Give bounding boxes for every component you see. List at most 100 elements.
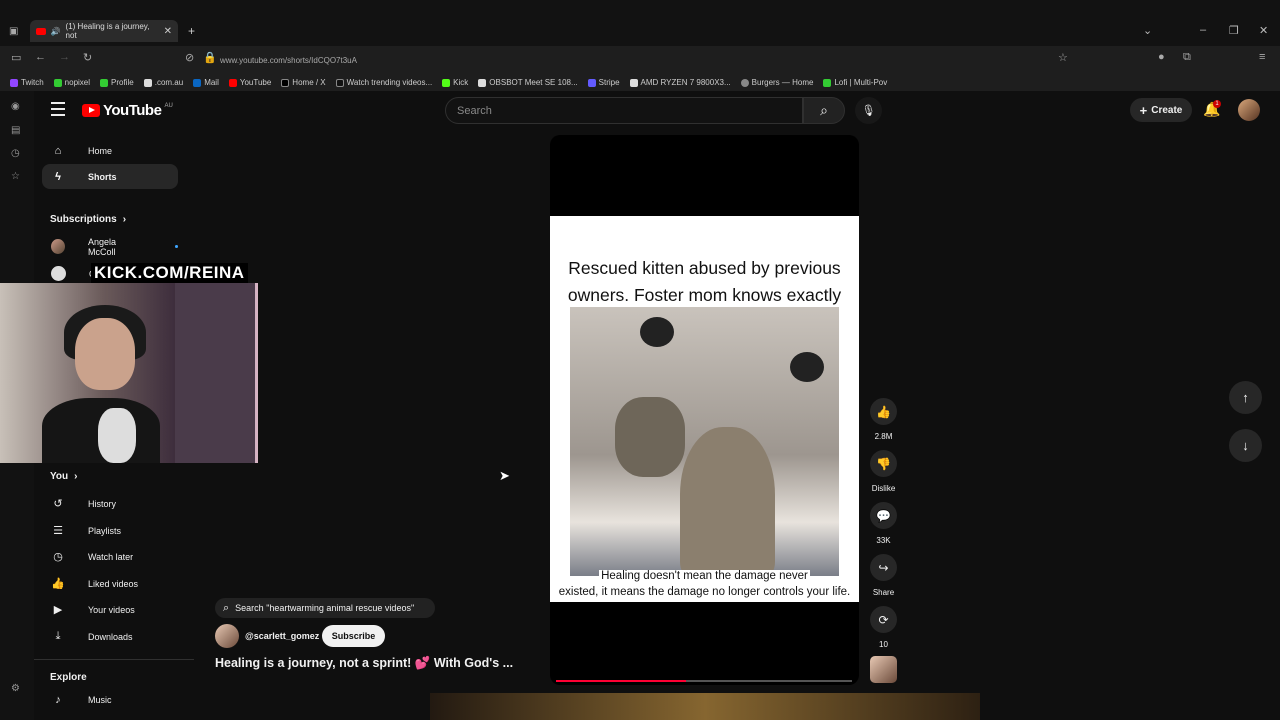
explore-header: Explore: [50, 672, 87, 683]
search-icon: ⌕: [223, 601, 230, 614]
site-info-icon[interactable]: ⊘: [185, 51, 194, 64]
share-button[interactable]: ↪: [870, 554, 897, 581]
close-tab-icon[interactable]: ✕: [164, 26, 172, 37]
sidebar-item-liked-videos[interactable]: 👍 Liked videos: [42, 571, 178, 596]
extensions-icon[interactable]: ⧉: [1183, 51, 1191, 64]
back-icon[interactable]: ←: [35, 51, 46, 63]
share-label: Share: [872, 588, 895, 597]
sidebar-item-music[interactable]: ♪ Music: [42, 690, 178, 710]
sound-thumbnail[interactable]: [870, 656, 897, 683]
restore-icon[interactable]: ❐: [1229, 24, 1239, 37]
bookmark-kick[interactable]: Kick: [442, 78, 468, 87]
search-icon: ⌕: [820, 102, 828, 118]
channel-name[interactable]: @scarlett_gomez: [245, 631, 319, 641]
rail-app-icon[interactable]: ◉: [11, 101, 20, 112]
reload-icon[interactable]: ↻: [83, 51, 92, 64]
remix-button[interactable]: ⟳: [870, 606, 897, 633]
subscriptions-header[interactable]: Subscriptions ›: [50, 214, 126, 225]
bookmark-obsbot[interactable]: OBSBOT Meet SE 108...: [478, 78, 578, 87]
share-icon: ↪: [878, 560, 889, 575]
channel-avatar: [51, 266, 66, 281]
forward-icon[interactable]: →: [59, 51, 70, 63]
minimize-icon[interactable]: –: [1200, 24, 1206, 36]
sidebar-item-playlists[interactable]: ☰ Playlists: [42, 518, 178, 543]
address-bar[interactable]: www.youtube.com/shorts/IdCQO7t3uA: [180, 50, 1070, 70]
bookmark-x[interactable]: Home / X: [281, 78, 326, 87]
related-search-chip[interactable]: ⌕ Search "heartwarming animal rescue vid…: [215, 598, 435, 618]
search-input[interactable]: Search: [445, 97, 803, 124]
new-tab-icon[interactable]: +: [188, 24, 195, 38]
search-button[interactable]: ⌕: [803, 97, 845, 124]
voice-search-button[interactable]: 🎙: [855, 97, 882, 124]
download-icon: ⤓: [55, 630, 61, 642]
next-short-button[interactable]: ↓: [1229, 429, 1262, 462]
bookmark-nopixel[interactable]: nopixel: [53, 78, 90, 87]
previous-short-button[interactable]: ↑: [1229, 381, 1262, 414]
sidebar-item-shorts[interactable]: ϟ Shorts: [42, 164, 178, 189]
comment-count: 33K: [876, 536, 891, 545]
hamburger-menu-icon[interactable]: [51, 102, 65, 118]
history-icon: ↺: [53, 498, 63, 510]
browser-tab[interactable]: 🔊 (1) Healing is a journey, not ✕: [30, 20, 178, 42]
tab-list-icon[interactable]: ⌄: [1143, 24, 1152, 37]
sidebar-item-history[interactable]: ↺ History: [42, 491, 178, 516]
bookmark-twitch[interactable]: Twitch: [10, 78, 44, 87]
rail-history-icon[interactable]: ◷: [11, 148, 20, 159]
you-header[interactable]: You ›: [50, 471, 78, 482]
bookmark-star-icon[interactable]: ☆: [1058, 51, 1068, 64]
playlists-icon: ☰: [53, 525, 63, 537]
user-avatar[interactable]: [1238, 99, 1260, 121]
music-note-icon: ♪: [55, 694, 61, 706]
video-caption-bottom: Healing doesn't mean the damage never ex…: [556, 570, 853, 598]
rail-settings-icon[interactable]: ⚙: [11, 683, 20, 694]
bookmark-burgers[interactable]: Burgers — Home: [740, 78, 813, 87]
subscription-item[interactable]: Angela McColl: [42, 234, 178, 259]
window-close-icon[interactable]: ✕: [1259, 24, 1268, 37]
create-button[interactable]: + Create: [1130, 98, 1192, 122]
bookmark-amd[interactable]: AMD RYZEN 7 9800X3...: [629, 78, 731, 87]
bookmark-stripe[interactable]: Stripe: [587, 78, 620, 87]
home-icon: ⌂: [54, 144, 62, 157]
bookmarks-bar: Twitch nopixel Profile .com.au Mail YouT…: [0, 74, 1280, 91]
new-content-dot: [175, 245, 178, 248]
bookmark-profile[interactable]: Profile: [100, 78, 134, 87]
channel-avatar: [51, 239, 65, 254]
subscribe-button[interactable]: Subscribe: [322, 625, 385, 647]
bookmark-lofi[interactable]: Lofi | Multi-Pov: [823, 78, 887, 87]
youtube-play-icon: [82, 104, 100, 117]
sidebar-item-home[interactable]: ⌂ Home: [42, 138, 178, 163]
dislike-button[interactable]: 👎: [870, 450, 897, 477]
comments-button[interactable]: 💬: [870, 502, 897, 529]
plus-icon: +: [1139, 102, 1148, 118]
sidebar-item-your-videos[interactable]: ▶ Your videos: [42, 597, 178, 622]
youtube-logo[interactable]: YouTube AU: [82, 102, 173, 119]
sidebar-item-downloads[interactable]: ⤓ Downloads: [42, 624, 178, 649]
next-short-preview: [430, 693, 980, 720]
bookmark-tiktok[interactable]: Watch trending videos...: [335, 78, 432, 87]
profile-icon[interactable]: ●: [1158, 51, 1165, 63]
like-count: 2.8M: [874, 432, 893, 441]
video-progress-fill: [556, 680, 687, 682]
tab-actions-icon[interactable]: ▣: [9, 26, 18, 37]
sidebar-toggle-icon[interactable]: ▭: [11, 51, 21, 64]
bookmark-com-au[interactable]: .com.au: [143, 78, 183, 87]
clock-icon: ◷: [53, 551, 63, 563]
thumbs-down-icon: 👎: [876, 456, 891, 471]
mouse-cursor-icon: ➤: [499, 468, 510, 483]
video-title[interactable]: Healing is a journey, not a sprint! 💕 Wi…: [215, 656, 513, 671]
bookmark-mail[interactable]: Mail: [193, 78, 219, 87]
bookmark-youtube[interactable]: YouTube: [228, 78, 271, 87]
channel-avatar[interactable]: [215, 624, 239, 648]
browser-menu-icon[interactable]: ≡: [1259, 51, 1265, 63]
chevron-right-icon: ›: [122, 214, 127, 225]
microphone-icon: 🎙: [861, 105, 876, 117]
rail-favorites-icon[interactable]: ☆: [11, 171, 20, 182]
rail-reading-icon[interactable]: ▤: [11, 125, 20, 136]
your-videos-icon: ▶: [53, 604, 63, 616]
remix-icon: ⟳: [878, 612, 889, 627]
like-button[interactable]: 👍: [870, 398, 897, 425]
lock-icon[interactable]: 🔒: [203, 51, 217, 64]
browser-tab-bar: [0, 0, 1280, 46]
sidebar-item-watch-later[interactable]: ◷ Watch later: [42, 544, 178, 569]
dislike-label: Dislike: [871, 484, 896, 493]
